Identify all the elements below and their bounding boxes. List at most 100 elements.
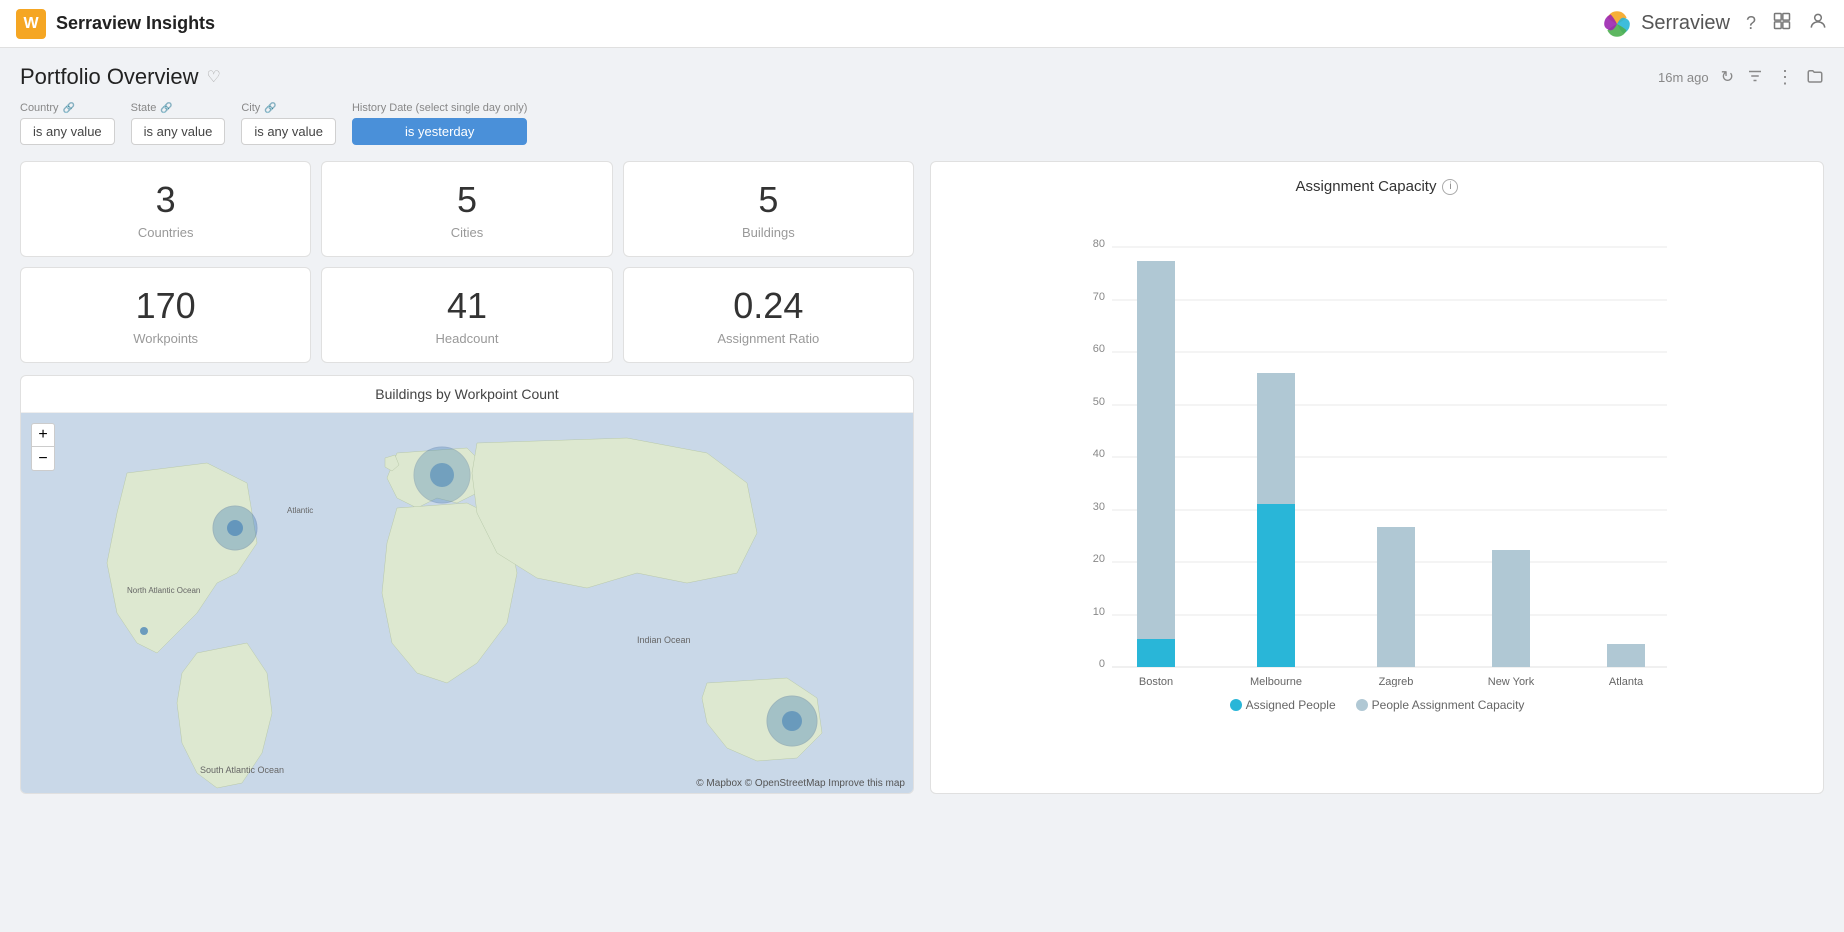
map-credits: © Mapbox © OpenStreetMap Improve this ma… xyxy=(696,778,905,789)
filter-history-date-btn[interactable]: is yesterday xyxy=(352,118,527,145)
svg-text:80: 80 xyxy=(1093,238,1105,250)
assignment-capacity-chart: 0 10 20 30 40 50 60 70 80 xyxy=(947,207,1807,687)
buildings-value: 5 xyxy=(636,178,901,221)
page-actions: 16m ago ↻ ⋮ xyxy=(1658,67,1824,88)
boston-capacity-bar xyxy=(1137,261,1175,667)
stat-cards: 3 Countries 5 Cities 5 Buildings 170 Wor… xyxy=(20,161,914,363)
right-panel: Assignment Capacity i 0 10 20 30 40 50 6… xyxy=(930,161,1824,794)
city-link-icon: 🔗 xyxy=(264,103,276,114)
stat-assignment-ratio: 0.24 Assignment Ratio xyxy=(623,267,914,363)
logo-letter: W xyxy=(23,15,38,33)
filter-country-btn[interactable]: is any value xyxy=(20,118,115,145)
serraview-logo: Serraview xyxy=(1601,8,1730,40)
filter-city: City 🔗 is any value xyxy=(241,102,336,145)
filter-icon[interactable] xyxy=(1746,67,1764,88)
folder-icon[interactable] xyxy=(1806,67,1824,88)
cities-label: Cities xyxy=(334,225,599,240)
filter-city-btn[interactable]: is any value xyxy=(241,118,336,145)
zagreb-capacity-bar xyxy=(1377,527,1415,667)
svg-text:30: 30 xyxy=(1093,501,1105,513)
svg-text:Atlanta: Atlanta xyxy=(1609,676,1644,687)
map-title: Buildings by Workpoint Count xyxy=(21,376,913,413)
capacity-legend-dot xyxy=(1356,699,1368,711)
workpoints-label: Workpoints xyxy=(33,331,298,346)
favorite-icon[interactable]: ♡ xyxy=(207,67,221,87)
assignment-ratio-value: 0.24 xyxy=(636,284,901,327)
cities-value: 5 xyxy=(334,178,599,221)
app-logo: W xyxy=(16,9,46,39)
files-icon[interactable] xyxy=(1772,11,1792,36)
svg-text:South Atlantic Ocean: South Atlantic Ocean xyxy=(200,765,284,775)
melbourne-assigned-bar xyxy=(1257,504,1295,667)
world-map-svg: South Atlantic Ocean South Atlantic Nort… xyxy=(21,413,913,793)
boston-assigned-bar xyxy=(1137,639,1175,667)
svg-text:Indian Ocean: Indian Ocean xyxy=(637,635,691,645)
filter-country-label: Country 🔗 xyxy=(20,102,115,114)
filter-country: Country 🔗 is any value xyxy=(20,102,115,145)
svg-text:North Atlantic Ocean: North Atlantic Ocean xyxy=(127,586,200,595)
stat-headcount: 41 Headcount xyxy=(321,267,612,363)
svg-text:10: 10 xyxy=(1093,606,1105,618)
dashboard-grid: 3 Countries 5 Cities 5 Buildings 170 Wor… xyxy=(20,161,1824,794)
assignment-ratio-label: Assignment Ratio xyxy=(636,331,901,346)
filter-history-date-label: History Date (select single day only) xyxy=(352,102,527,114)
zoom-out-button[interactable]: − xyxy=(31,447,55,471)
stat-buildings: 5 Buildings xyxy=(623,161,914,257)
headcount-label: Headcount xyxy=(334,331,599,346)
chart-title: Assignment Capacity i xyxy=(947,178,1807,195)
top-navigation: W Serraview Insights Serraview ? xyxy=(0,0,1844,48)
svg-text:Zagreb: Zagreb xyxy=(1379,676,1414,687)
help-icon[interactable]: ? xyxy=(1746,13,1756,34)
svg-text:40: 40 xyxy=(1093,448,1105,460)
filter-history-date: History Date (select single day only) is… xyxy=(352,102,527,145)
app-title: Serraview Insights xyxy=(56,13,215,34)
zoom-in-button[interactable]: + xyxy=(31,423,55,447)
countries-value: 3 xyxy=(33,178,298,221)
filter-state: State 🔗 is any value xyxy=(131,102,226,145)
svg-text:New York: New York xyxy=(1488,676,1535,687)
stat-cities: 5 Cities xyxy=(321,161,612,257)
stat-workpoints: 170 Workpoints xyxy=(20,267,311,363)
chart-title-text: Assignment Capacity xyxy=(1296,178,1437,195)
legend-assigned-label: Assigned People xyxy=(1246,698,1336,712)
brand-name: Serraview xyxy=(1641,12,1730,35)
map-container[interactable]: South Atlantic Ocean South Atlantic Nort… xyxy=(21,413,913,793)
filter-state-btn[interactable]: is any value xyxy=(131,118,226,145)
svg-text:Atlantic: Atlantic xyxy=(287,506,313,515)
svg-text:Boston: Boston xyxy=(1139,676,1173,687)
workpoints-value: 170 xyxy=(33,284,298,327)
countries-label: Countries xyxy=(33,225,298,240)
svg-text:50: 50 xyxy=(1093,396,1105,408)
legend-capacity-label: People Assignment Capacity xyxy=(1372,698,1525,712)
svg-text:60: 60 xyxy=(1093,343,1105,355)
last-updated-label: 16m ago xyxy=(1658,70,1709,85)
svg-text:20: 20 xyxy=(1093,553,1105,565)
headcount-value: 41 xyxy=(334,284,599,327)
page-title-area: Portfolio Overview ♡ xyxy=(20,64,221,90)
map-zoom-controls: + − xyxy=(31,423,55,471)
chart-info-icon[interactable]: i xyxy=(1442,179,1458,195)
user-icon[interactable] xyxy=(1808,11,1828,36)
more-options-icon[interactable]: ⋮ xyxy=(1776,67,1794,88)
nav-left: W Serraview Insights xyxy=(16,9,215,39)
left-panel: 3 Countries 5 Cities 5 Buildings 170 Wor… xyxy=(20,161,914,794)
main-content: Portfolio Overview ♡ 16m ago ↻ ⋮ Country xyxy=(0,48,1844,810)
atlanta-capacity-bar xyxy=(1607,644,1645,667)
svg-text:Melbourne: Melbourne xyxy=(1250,676,1302,687)
chart-area: 0 10 20 30 40 50 60 70 80 xyxy=(947,207,1807,727)
chart-legend: Assigned People People Assignment Capaci… xyxy=(947,698,1807,712)
refresh-icon[interactable]: ↻ xyxy=(1721,67,1734,87)
filter-city-label: City 🔗 xyxy=(241,102,336,114)
svg-text:70: 70 xyxy=(1093,291,1105,303)
page-title: Portfolio Overview xyxy=(20,64,199,90)
assigned-legend-dot xyxy=(1230,699,1242,711)
page-header: Portfolio Overview ♡ 16m ago ↻ ⋮ xyxy=(20,64,1824,90)
filter-state-label: State 🔗 xyxy=(131,102,226,114)
legend-assigned: Assigned People xyxy=(1230,698,1336,712)
serraview-icon xyxy=(1601,8,1633,40)
nav-right: Serraview ? xyxy=(1601,8,1828,40)
stat-countries: 3 Countries xyxy=(20,161,311,257)
newyork-capacity-bar xyxy=(1492,550,1530,667)
country-link-icon: 🔗 xyxy=(63,103,75,114)
state-link-icon: 🔗 xyxy=(160,103,172,114)
